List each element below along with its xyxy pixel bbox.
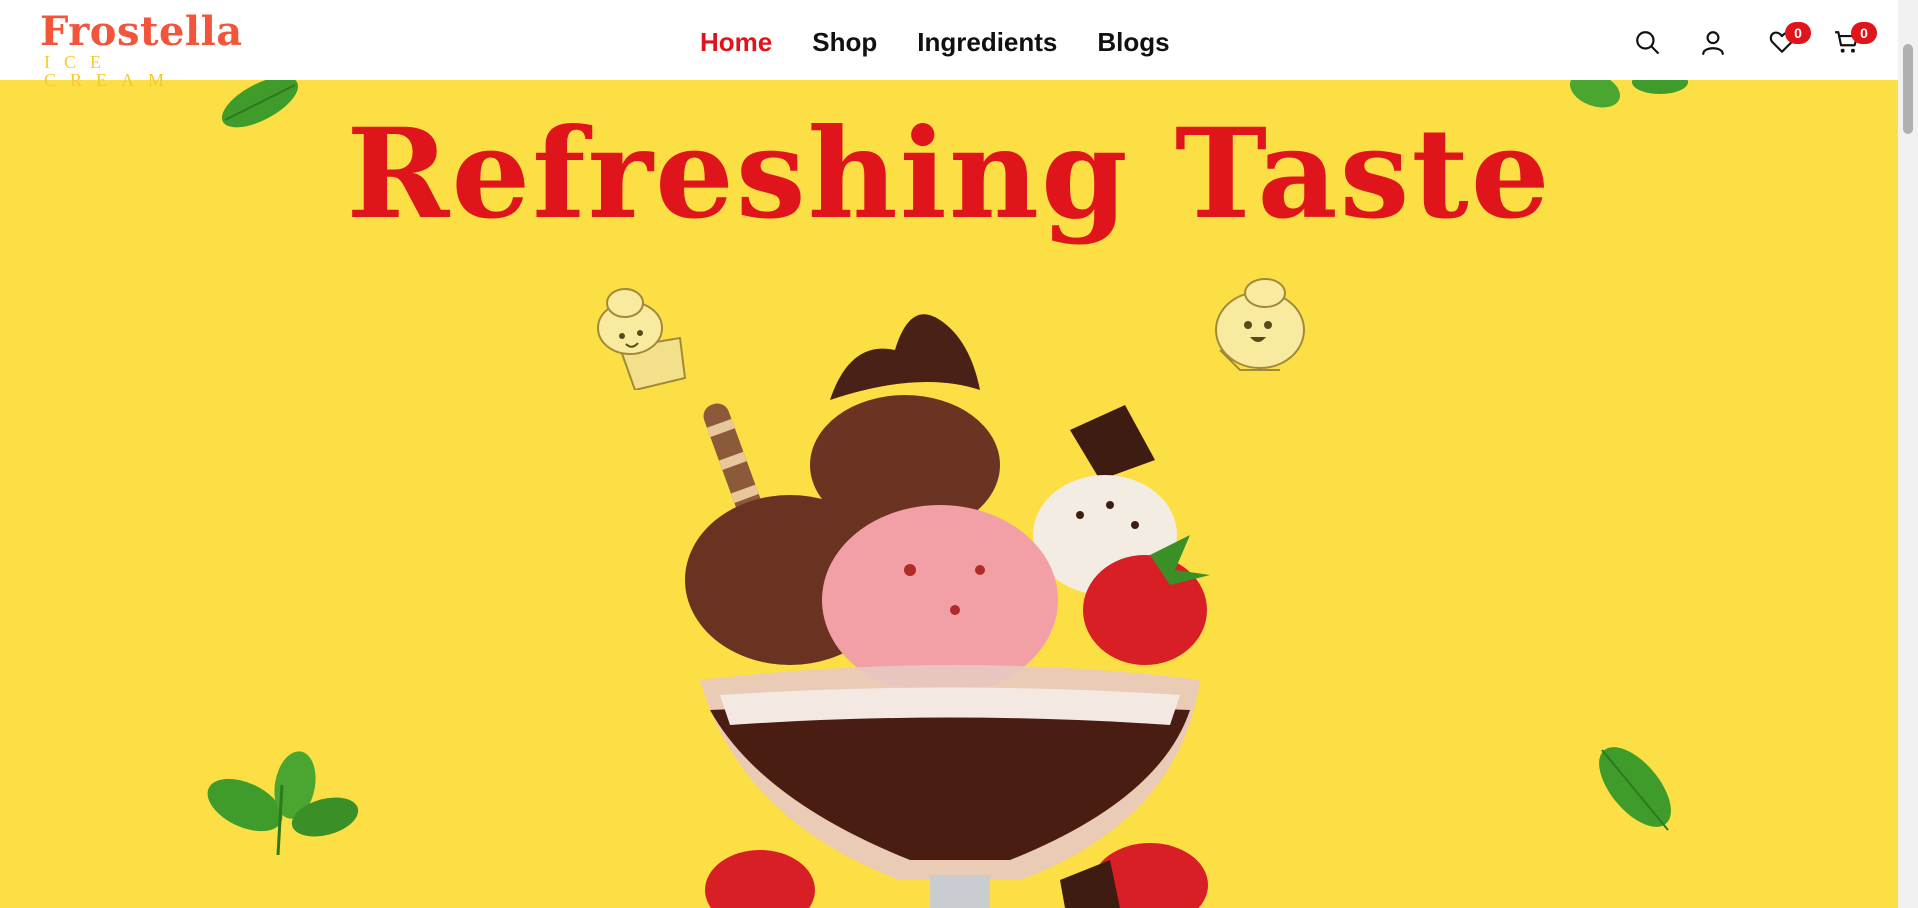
cart-button[interactable]: 0 <box>1830 22 1877 60</box>
scrollbar-thumb[interactable] <box>1903 44 1913 134</box>
page-scrollbar[interactable] <box>1898 0 1918 908</box>
search-button[interactable] <box>1630 24 1666 60</box>
user-icon <box>1702 31 1724 55</box>
wishlist-button[interactable]: 0 <box>1765 22 1811 60</box>
hero-section: Refreshing Taste <box>0 80 1898 908</box>
ice-cream-sundae-image <box>685 314 1210 908</box>
nav-item-home[interactable]: Home <box>700 22 772 62</box>
logo-sub-text: ICE CREAM <box>44 52 179 90</box>
main-navigation: Home Shop Ingredients Blogs <box>700 22 1210 62</box>
nav-item-shop[interactable]: Shop <box>812 22 877 62</box>
site-header: Frostella ICE CREAM Home Shop Ingredient… <box>0 0 1898 90</box>
wishlist-count-badge: 0 <box>1785 22 1811 44</box>
cart-count-badge: 0 <box>1851 22 1877 44</box>
mint-sprig-decoration <box>207 751 359 855</box>
site-logo[interactable]: Frostella ICE CREAM <box>40 8 245 90</box>
hero-title: Refreshing Taste <box>346 102 1552 247</box>
nav-item-ingredients[interactable]: Ingredients <box>917 22 1057 62</box>
nav-item-blogs[interactable]: Blogs <box>1097 22 1169 62</box>
mint-leaf-decoration <box>1599 747 1671 831</box>
search-icon <box>1636 31 1659 54</box>
logo-main-text: Frostella <box>40 8 243 55</box>
account-button[interactable] <box>1696 24 1732 60</box>
